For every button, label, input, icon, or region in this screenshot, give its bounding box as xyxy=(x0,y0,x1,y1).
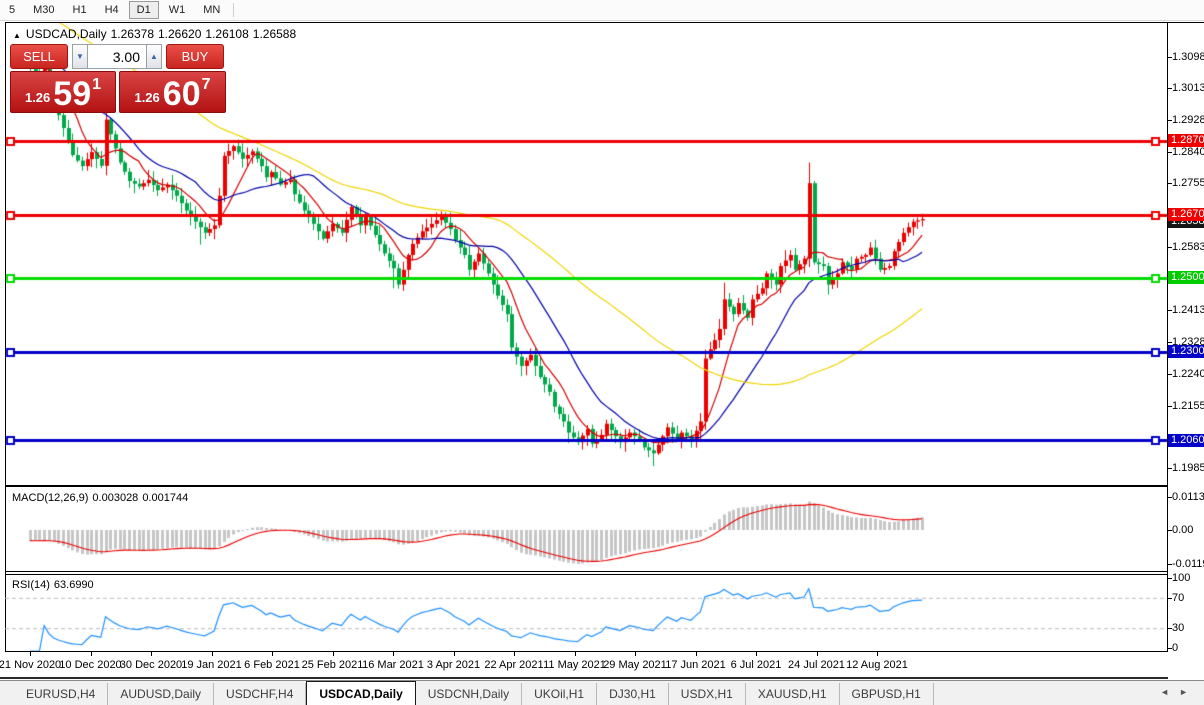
price-line-label: 1.28700 xyxy=(1168,134,1204,147)
macd-signal-value: 0.001744 xyxy=(142,492,188,504)
date-label: 12 Aug 2021 xyxy=(832,659,922,671)
axis-tick-label: 0 xyxy=(1172,642,1178,654)
rsi-value: 63.6990 xyxy=(54,579,94,591)
sell-price-box[interactable]: 1.26 59 1 xyxy=(10,71,116,113)
tab-scroll-arrows: ◄► xyxy=(1160,687,1198,697)
date-tick-mark xyxy=(454,652,455,656)
timeframe-button-d1[interactable]: D1 xyxy=(129,1,159,19)
axis-tick-label: 1.24130 xyxy=(1172,304,1204,316)
date-tick-mark xyxy=(272,652,273,656)
tab-eurusd-h4[interactable]: EURUSD,H4 xyxy=(14,683,108,705)
tab-gbpusd-h1[interactable]: GBPUSD,H1 xyxy=(840,683,934,705)
date-tick-mark xyxy=(877,652,878,656)
date-tick-mark xyxy=(635,652,636,656)
date-tick-mark xyxy=(30,652,31,656)
collapse-panel-icon[interactable]: ▲ xyxy=(13,31,21,40)
sell-button[interactable]: SELL xyxy=(10,44,68,69)
rsi-name: RSI(14) xyxy=(12,579,50,591)
date-tick-mark xyxy=(393,652,394,656)
buy-price-big: 60 xyxy=(163,76,201,112)
ohlc-high: 1.26620 xyxy=(158,27,201,41)
axis-tick-label: 30 xyxy=(1172,622,1184,634)
buy-button[interactable]: BUY xyxy=(166,44,224,69)
rsi-label: RSI(14) 63.6990 xyxy=(12,579,98,591)
timeframe-button-m5[interactable]: 5 xyxy=(1,1,23,19)
one-click-trading-panel: SELL ▼ ▲ BUY 1.26 59 1 1.26 60 7 xyxy=(10,44,226,113)
date-tick-mark xyxy=(212,652,213,656)
ohlc-low: 1.26108 xyxy=(205,27,248,41)
chart-tab-bar: EURUSD,H4 AUDUSD,Daily USDCHF,H4 USDCAD,… xyxy=(0,680,1204,705)
volume-input[interactable] xyxy=(88,44,146,69)
date-tick-mark xyxy=(575,652,576,656)
date-tick-mark xyxy=(817,652,818,656)
axis-tick-label: 1.28405 xyxy=(1172,146,1204,158)
spin-up-icon: ▲ xyxy=(150,52,158,61)
window-bottom-border xyxy=(0,677,1168,679)
date-tick-mark xyxy=(756,652,757,656)
ohlc-close: 1.26588 xyxy=(253,27,296,41)
axis-tick-label: 1.30980 xyxy=(1172,51,1204,63)
tab-usdchf-h4[interactable]: USDCHF,H4 xyxy=(214,683,306,705)
buy-price-prefix: 1.26 xyxy=(134,90,159,105)
date-tick-mark xyxy=(151,652,152,656)
tab-ukoil-h1[interactable]: UKOil,H1 xyxy=(522,683,597,705)
tab-scroll-left-icon[interactable]: ◄ xyxy=(1160,687,1179,697)
macd-main-value: 0.003028 xyxy=(92,492,138,504)
buy-price-box[interactable]: 1.26 60 7 xyxy=(119,71,226,113)
axis-tick-label: 0.00 xyxy=(1172,524,1193,536)
toolbar-separator xyxy=(233,3,234,17)
timeframe-button-w1[interactable]: W1 xyxy=(161,1,194,19)
timeframe-button-m30[interactable]: M30 xyxy=(25,1,62,19)
axis-tick-label: 100 xyxy=(1172,572,1190,584)
axis-tick-label: 1.22405 xyxy=(1172,368,1204,380)
chart-header: ▲ USDCAD,Daily 1.26378 1.26620 1.26108 1.2658… xyxy=(13,27,300,41)
spin-down-icon: ▼ xyxy=(76,52,84,61)
macd-name: MACD(12,26,9) xyxy=(12,492,88,504)
sell-price-pip: 1 xyxy=(92,76,101,94)
axis-tick-label: 1.25830 xyxy=(1172,241,1204,253)
buy-price-pip: 7 xyxy=(202,76,211,94)
tab-usdcad-daily[interactable]: USDCAD,Daily xyxy=(306,681,415,705)
axis-tick-label: 70 xyxy=(1172,592,1184,604)
macd-panel-bottom-border xyxy=(5,571,1168,572)
axis-tick-label: 1.27555 xyxy=(1172,177,1204,189)
rsi-indicator-canvas[interactable] xyxy=(5,575,1167,651)
chart-symbol-title: USDCAD,Daily xyxy=(26,27,107,41)
date-tick-mark xyxy=(333,652,334,656)
timeframe-button-mn[interactable]: MN xyxy=(195,1,228,19)
timeframe-button-h1[interactable]: H1 xyxy=(65,1,95,19)
tab-usdx-h1[interactable]: USDX,H1 xyxy=(669,683,746,705)
tab-dj30-h1[interactable]: DJ30,H1 xyxy=(597,683,669,705)
price-line-label: 1.25003 xyxy=(1168,271,1204,284)
tab-usdcnh-daily[interactable]: USDCNH,Daily xyxy=(416,683,522,705)
volume-decrease-button[interactable]: ▼ xyxy=(72,44,88,69)
rsi-panel-bottom-border xyxy=(5,651,1168,652)
axis-tick-label: -0.01190 xyxy=(1172,558,1204,570)
date-tick-mark xyxy=(91,652,92,656)
price-axis-border xyxy=(1167,22,1168,652)
sell-price-big: 59 xyxy=(53,76,91,112)
macd-label: MACD(12,26,9) 0.003028 0.001744 xyxy=(12,492,192,504)
date-tick-mark xyxy=(514,652,515,656)
sell-price-prefix: 1.26 xyxy=(25,90,50,105)
axis-tick-label: 1.30130 xyxy=(1172,82,1204,94)
ohlc-open: 1.26378 xyxy=(111,27,154,41)
timeframe-button-h4[interactable]: H4 xyxy=(97,1,127,19)
volume-increase-button[interactable]: ▲ xyxy=(146,44,162,69)
axis-tick-label: 1.19855 xyxy=(1172,462,1204,474)
price-line-label: 1.23003 xyxy=(1168,345,1204,358)
axis-tick-label: 1.29280 xyxy=(1172,114,1204,126)
price-line-label: 1.26700 xyxy=(1168,208,1204,221)
trading-terminal-window: 5 M30 H1 H4 D1 W1 MN ▲ USDCAD,Daily 1.2637… xyxy=(0,0,1204,705)
date-tick-mark xyxy=(696,652,697,656)
tab-scroll-right-icon[interactable]: ► xyxy=(1179,687,1198,697)
tab-xauusd-h1[interactable]: XAUUSD,H1 xyxy=(746,683,840,705)
timeframe-toolbar: 5 M30 H1 H4 D1 W1 MN xyxy=(0,0,1204,21)
tab-audusd-daily[interactable]: AUDUSD,Daily xyxy=(108,683,214,705)
axis-tick-label: 0.01135 xyxy=(1172,491,1204,503)
axis-tick-label: 1.21555 xyxy=(1172,400,1204,412)
price-line-label: 1.20609 xyxy=(1168,434,1204,447)
